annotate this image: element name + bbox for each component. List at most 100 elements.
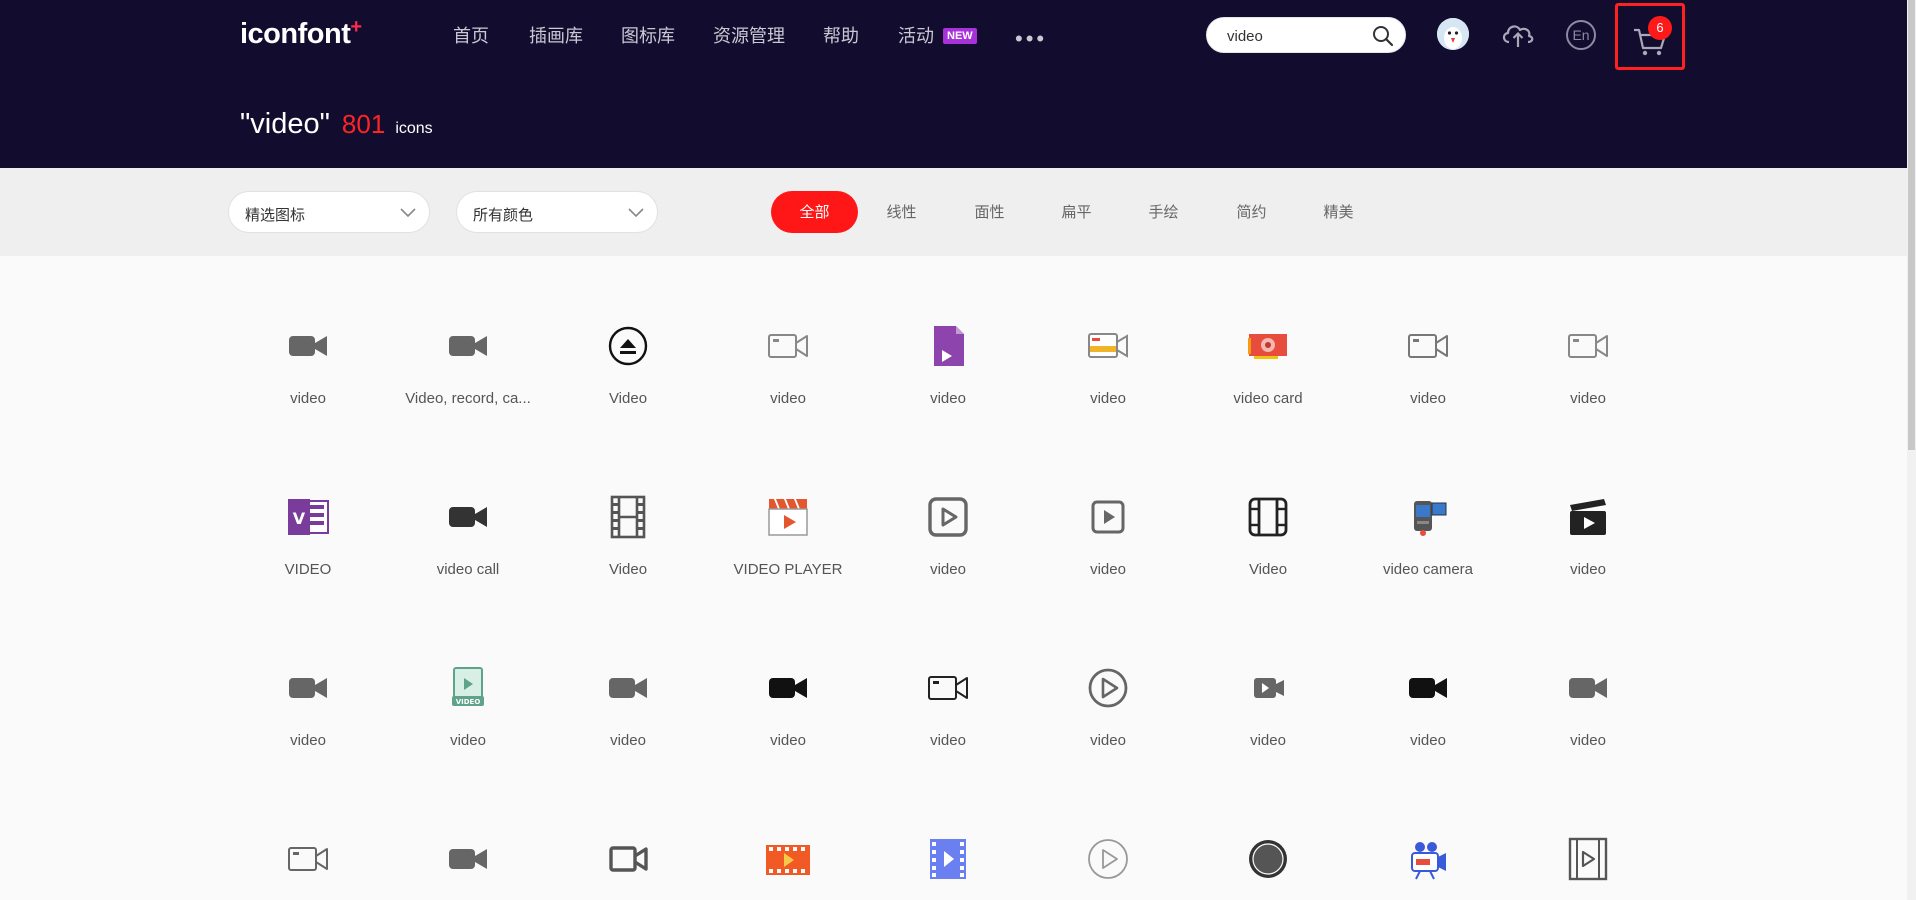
icon-card[interactable]: video [548,598,708,758]
top-header: iconfont+ 首页 插画库 图标库 资源管理 帮助 活动 NEW ••• … [0,0,1907,168]
icon-label: video [450,732,486,749]
tab-fill[interactable]: 面性 [946,191,1033,233]
icon-card[interactable]: video [1028,598,1188,758]
result-unit: icons [395,120,433,137]
tab-exquisite[interactable]: 精美 [1295,191,1382,233]
nav-events[interactable]: 活动 [898,22,934,48]
more-menu-button[interactable]: ••• [1015,26,1047,52]
nav-home[interactable]: 首页 [453,22,489,48]
play-box-small-icon [1246,666,1290,710]
icon-card[interactable]: video [1508,256,1668,416]
icon-card[interactable]: video [868,256,1028,416]
icon-card[interactable]: Video [548,427,708,587]
icon-card[interactable] [1188,769,1348,900]
icon-card[interactable]: Video [1188,427,1348,587]
icon-card[interactable] [1508,769,1668,900]
play-circle-icon [1086,666,1130,710]
icon-card[interactable]: VIDEO PLAYER [708,427,868,587]
camera-solid-icon [446,837,490,881]
icon-card[interactable]: video [868,427,1028,587]
film-green-icon: VIDEO [446,666,490,710]
icon-card[interactable] [228,769,388,900]
icon-card[interactable]: video card [1188,256,1348,416]
icon-card[interactable]: Video [548,256,708,416]
icon-card[interactable]: video [228,256,388,416]
icon-label: video [930,390,966,407]
vdoc-icon: V [286,495,330,539]
camera-solid-icon [766,666,810,710]
icon-label: video [1250,732,1286,749]
chevron-down-icon [400,208,416,218]
chevron-down-icon [628,208,644,218]
film-blue-icon [926,837,970,881]
search-result-heading: "video" 801 icons [240,108,433,141]
search-input[interactable] [1227,25,1367,47]
iconfont-logo[interactable]: iconfont+ [240,16,362,51]
dropdown-label: 精选图标 [245,206,306,224]
icon-card[interactable] [1348,769,1508,900]
color-filter-dropdown[interactable]: 所有颜色 [456,191,658,233]
scrollbar-thumb[interactable] [1908,0,1915,450]
icon-card[interactable]: video [868,598,1028,758]
search-icon[interactable] [1371,24,1395,48]
filter-bar: 精选图标 所有颜色 全部 线性 面性 扁平 手绘 简约 精美 [0,168,1907,256]
icon-grid: video Video, record, ca... Video video video… [0,256,1907,900]
camera-people-icon [1406,837,1450,881]
icon-card[interactable] [708,769,868,900]
icon-card[interactable]: video [708,598,868,758]
icon-card[interactable] [548,769,708,900]
icon-card[interactable] [1028,769,1188,900]
icon-label: Video, record, ca... [405,390,531,407]
nav-resource-management[interactable]: 资源管理 [713,22,785,48]
icon-card[interactable]: video [1508,427,1668,587]
icon-card[interactable]: VIDEO video [388,598,548,758]
icon-label: video [1570,732,1606,749]
icon-card[interactable]: video [1188,598,1348,758]
camera-solid-icon [446,495,490,539]
icon-card[interactable] [868,769,1028,900]
icon-label: VIDEO [284,561,332,578]
icon-card[interactable]: V VIDEO [228,427,388,587]
tab-hand-drawn[interactable]: 手绘 [1120,191,1207,233]
icon-card[interactable]: Video, record, ca... [388,256,548,416]
icon-label: video [1090,732,1126,749]
camera-outline-icon [1406,324,1450,368]
icon-card[interactable]: video [1508,598,1668,758]
film-orange-icon [766,837,810,881]
tab-all[interactable]: 全部 [771,191,858,233]
icon-card[interactable]: video [1348,598,1508,758]
icon-label: video [1090,561,1126,578]
icon-label: video [1570,561,1606,578]
icon-label: Video [608,561,648,578]
tab-line[interactable]: 线性 [858,191,945,233]
icon-card[interactable]: video [708,256,868,416]
upload-cloud-icon[interactable] [1500,18,1536,50]
tab-simple[interactable]: 简约 [1208,191,1295,233]
clapperboard-icon [1566,495,1610,539]
nav-icon-library[interactable]: 图标库 [621,22,675,48]
nav-illustrations[interactable]: 插画库 [529,22,583,48]
icon-card[interactable]: video [1348,256,1508,416]
dropdown-label: 所有颜色 [473,206,534,224]
graphics-card-icon [1246,324,1290,368]
icon-card[interactable]: video [1028,256,1188,416]
featured-filter-dropdown[interactable]: 精选图标 [228,191,430,233]
cart-button[interactable]: 6 [1615,3,1685,70]
icon-card[interactable]: video [1028,427,1188,587]
camera-solid-icon [1566,666,1610,710]
nav-help[interactable]: 帮助 [823,22,859,48]
language-switch[interactable]: En [1566,20,1596,50]
query-term: "video" [240,108,330,140]
icon-card[interactable]: video [228,598,388,758]
play-square-icon [926,495,970,539]
icon-card[interactable]: video call [388,427,548,587]
icon-card[interactable]: video camera [1348,427,1508,587]
play-square-small-icon [1086,495,1130,539]
cart-count-badge: 6 [1648,16,1672,40]
icon-card[interactable] [388,769,548,900]
page-scrollbar[interactable] [1907,0,1916,900]
tab-flat[interactable]: 扁平 [1033,191,1120,233]
film-strip-icon [606,495,650,539]
svg-text:VIDEO: VIDEO [456,698,481,706]
user-avatar[interactable] [1437,18,1469,50]
